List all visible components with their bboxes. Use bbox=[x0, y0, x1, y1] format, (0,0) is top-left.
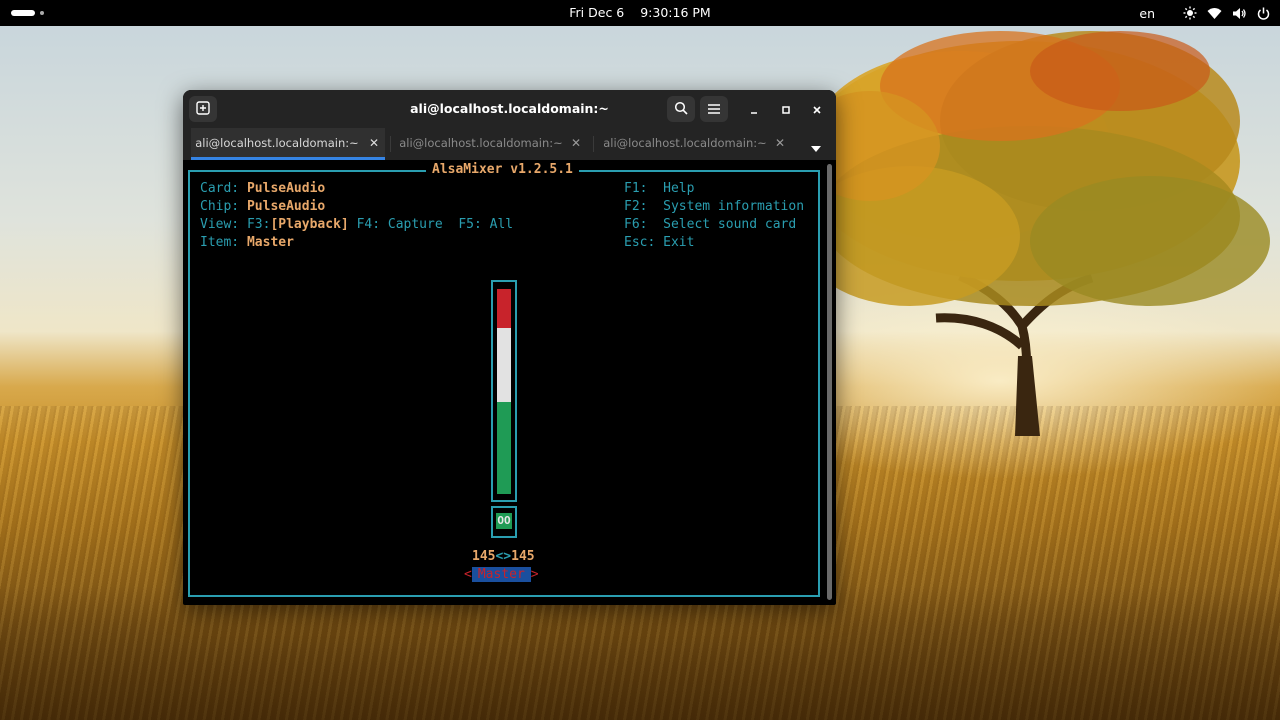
tab-1[interactable]: ali@localhost.localdomain:~ ✕ bbox=[191, 128, 385, 160]
clock-date: Fri Dec 6 bbox=[569, 5, 625, 20]
tab-2[interactable]: ali@localhost.localdomain:~ ✕ bbox=[397, 128, 587, 158]
help-key: F1: bbox=[624, 181, 648, 196]
item-label: Item: bbox=[200, 235, 240, 250]
help-line-f1[interactable]: F1: Help bbox=[624, 180, 694, 198]
minimize-button[interactable] bbox=[744, 99, 764, 119]
minimize-icon bbox=[749, 100, 759, 119]
card-value: PulseAudio bbox=[246, 181, 326, 196]
item-value: Master bbox=[246, 235, 294, 250]
volume-readout: 145<>145 bbox=[472, 548, 535, 566]
view-all[interactable]: All bbox=[490, 217, 513, 232]
search-icon bbox=[674, 100, 688, 119]
volume-right: 145 bbox=[511, 549, 535, 564]
help-action: System information bbox=[663, 199, 805, 214]
alsamixer-terminal[interactable]: AlsaMixer v1.2.5.1 Card: PulseAudio Chip… bbox=[183, 160, 823, 605]
help-action: Help bbox=[663, 181, 695, 196]
brightness-icon[interactable] bbox=[1183, 6, 1197, 20]
help-key: Esc: bbox=[624, 235, 656, 250]
volume-meter-green-segment bbox=[497, 401, 511, 494]
wifi-icon[interactable] bbox=[1207, 7, 1222, 20]
help-key: F2: bbox=[624, 199, 648, 214]
view-capture[interactable]: Capture bbox=[388, 217, 443, 232]
selected-control[interactable]: < Master > bbox=[464, 566, 539, 584]
view-label: View: bbox=[200, 217, 240, 232]
top-bar: Fri Dec 6 9:30:16 PM en bbox=[0, 0, 1280, 26]
item-info-line: Item: Master bbox=[200, 234, 294, 252]
keyboard-layout-indicator[interactable]: en bbox=[1139, 6, 1155, 21]
help-line-f2[interactable]: F2: System information bbox=[624, 198, 804, 216]
help-line-esc[interactable]: Esc: Exit bbox=[624, 234, 694, 252]
alsamixer-title: AlsaMixer v1.2.5.1 bbox=[426, 162, 579, 177]
volume-icon[interactable] bbox=[1232, 7, 1247, 20]
tab-close-icon[interactable]: ✕ bbox=[773, 128, 787, 158]
terminal-scrollbar[interactable] bbox=[827, 164, 832, 600]
volume-meter-white-segment bbox=[497, 327, 511, 402]
view-playback[interactable]: [Playback] bbox=[270, 217, 348, 232]
view-info-line: View: F3:[Playback] F4: Capture F5: All bbox=[200, 216, 513, 234]
clock[interactable]: Fri Dec 6 9:30:16 PM bbox=[0, 0, 1280, 26]
view-f5-key[interactable]: F5: bbox=[458, 217, 481, 232]
new-tab-button[interactable] bbox=[189, 96, 217, 122]
mute-state-indicator: OO bbox=[496, 513, 512, 529]
tab-close-icon[interactable]: ✕ bbox=[569, 128, 583, 158]
tab-close-icon[interactable]: ✕ bbox=[367, 128, 381, 158]
search-button[interactable] bbox=[667, 96, 695, 122]
mute-toggle[interactable]: OO bbox=[491, 506, 517, 538]
close-button[interactable] bbox=[807, 99, 827, 119]
maximize-button[interactable] bbox=[776, 99, 796, 119]
clock-time: 9:30:16 PM bbox=[640, 5, 711, 20]
volume-meter-track bbox=[497, 289, 511, 494]
maximize-icon bbox=[781, 100, 791, 119]
help-action: Exit bbox=[663, 235, 695, 250]
window-titlebar[interactable]: ali@localhost.localdomain:~ bbox=[183, 90, 836, 128]
tab-label: ali@localhost.localdomain:~ bbox=[603, 136, 767, 150]
volume-meter-red-segment bbox=[497, 289, 511, 328]
control-name: Master bbox=[471, 567, 531, 582]
power-icon[interactable] bbox=[1257, 7, 1270, 20]
tab-3[interactable]: ali@localhost.localdomain:~ ✕ bbox=[601, 128, 791, 158]
menu-button[interactable] bbox=[700, 96, 728, 122]
view-f4-key[interactable]: F4: bbox=[357, 217, 380, 232]
control-right-marker: > bbox=[530, 567, 539, 582]
system-tray[interactable]: en bbox=[1139, 0, 1270, 26]
terminal-window: ali@localhost.localdomain:~ ali@localhos… bbox=[183, 90, 836, 605]
volume-separator: <> bbox=[495, 549, 512, 564]
tab-bar: ali@localhost.localdomain:~ ✕ ali@localh… bbox=[183, 128, 836, 160]
volume-meter[interactable] bbox=[491, 280, 517, 502]
close-icon bbox=[812, 100, 822, 119]
card-label: Card: bbox=[200, 181, 240, 196]
tab-label: ali@localhost.localdomain:~ bbox=[399, 136, 563, 150]
help-action: Select sound card bbox=[663, 217, 797, 232]
new-tab-icon bbox=[196, 100, 210, 119]
control-left-marker: < bbox=[464, 567, 472, 582]
help-line-f6[interactable]: F6: Select sound card bbox=[624, 216, 796, 234]
chip-value: PulseAudio bbox=[246, 199, 326, 214]
card-info-line: Card: PulseAudio bbox=[200, 180, 325, 198]
chip-label: Chip: bbox=[200, 199, 240, 214]
tab-label: ali@localhost.localdomain:~ bbox=[195, 136, 359, 150]
help-key: F6: bbox=[624, 217, 648, 232]
hamburger-menu-icon bbox=[707, 100, 721, 119]
chip-info-line: Chip: PulseAudio bbox=[200, 198, 325, 216]
wallpaper-tree bbox=[800, 31, 1270, 436]
tabs-dropdown-icon[interactable] bbox=[810, 138, 822, 157]
volume-left: 145 bbox=[472, 549, 496, 564]
view-f3-key[interactable]: F3: bbox=[247, 217, 270, 232]
window-title: ali@localhost.localdomain:~ bbox=[410, 101, 609, 116]
